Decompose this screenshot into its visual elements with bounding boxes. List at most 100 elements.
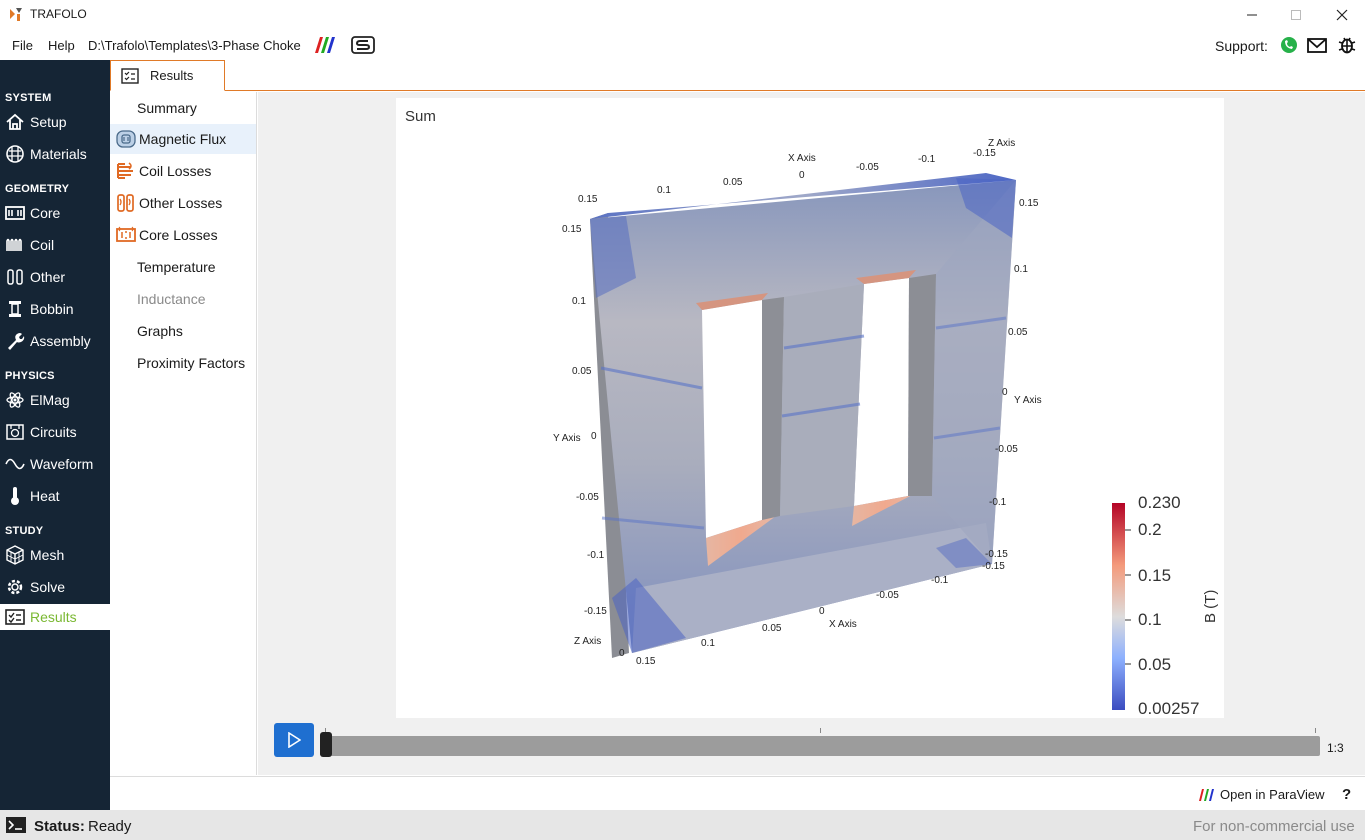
maximize-icon — [1291, 10, 1301, 20]
tick-top-x: 0.15 — [578, 194, 598, 205]
left-navigation: SYSTEM Setup Materials GEOMETRY Core Coi… — [0, 60, 110, 810]
close-icon — [1336, 9, 1348, 21]
nav-item-results[interactable]: Results — [0, 604, 110, 630]
nav-label-waveform: Waveform — [30, 456, 94, 472]
tick-bottom-x: 0.1 — [701, 638, 715, 649]
submenu-other-losses[interactable]: Other Losses — [110, 188, 256, 218]
tick-right-y: 0.1 — [1014, 264, 1028, 275]
bobbin-icon — [9, 301, 21, 317]
tick-top-x: -0.1 — [918, 154, 936, 165]
nav-item-core[interactable]: Core — [0, 200, 110, 226]
project-path: D:\Trafolo\Templates\3-Phase Choke — [88, 38, 301, 53]
submenu-coil-losses-label: Coil Losses — [139, 163, 212, 179]
solve-gear-icon — [7, 579, 23, 595]
nav-item-bobbin[interactable]: Bobbin — [0, 296, 110, 322]
play-icon — [288, 732, 301, 748]
status-value: Ready — [88, 818, 132, 835]
nav-item-other[interactable]: Other — [0, 264, 110, 290]
3d-viewport[interactable]: X Axis Z Axis Y Axis Y Axis X Axis Z Axi… — [396, 98, 1224, 718]
timeline-handle[interactable] — [320, 732, 332, 757]
nav-item-elmag[interactable]: ElMag — [0, 387, 110, 413]
nav-item-assembly[interactable]: Assembly — [0, 328, 110, 354]
tick-bottom-x: 0 — [819, 606, 825, 617]
sine-wave-icon — [5, 458, 25, 470]
core-right-leg-side — [908, 274, 936, 496]
nav-item-waveform[interactable]: Waveform — [0, 451, 110, 477]
results-submenu: Summary Magnetic Flux Coil Losses Other … — [110, 92, 257, 775]
terminal-icon[interactable] — [5, 815, 27, 835]
bug-report-icon[interactable] — [1336, 35, 1358, 55]
axis-title-y-right: Y Axis — [1014, 395, 1042, 406]
submenu-temperature[interactable]: Temperature — [110, 252, 256, 282]
minimize-icon — [1247, 14, 1257, 16]
minimize-button[interactable] — [1229, 0, 1275, 30]
tick-bottom-x: 0.05 — [762, 623, 782, 634]
open-in-paraview-button[interactable]: Open in ParaView — [1198, 787, 1325, 802]
colorbar — [1112, 503, 1125, 710]
menu-file[interactable]: File — [12, 38, 33, 53]
tab-results[interactable]: Results — [110, 60, 225, 91]
colorbar-tick: 0.05 — [1138, 655, 1171, 674]
submenu-core-losses[interactable]: Core Losses — [110, 220, 256, 250]
colorbar-max: 0.230 — [1138, 493, 1181, 512]
nav-item-heat[interactable]: Heat — [0, 483, 110, 509]
coil-losses-icon — [117, 162, 133, 179]
tick-bottom-x: -0.15 — [982, 561, 1005, 572]
results-check-icon — [5, 609, 25, 625]
tick-left-y: -0.05 — [576, 492, 599, 503]
nav-item-materials[interactable]: Materials — [0, 141, 110, 167]
submenu-graphs[interactable]: Graphs — [110, 316, 256, 346]
tick-bottom-z: 0 — [619, 648, 625, 659]
submenu-temperature-label: Temperature — [137, 259, 216, 275]
tick-right-y: 0 — [1002, 387, 1008, 398]
submenu-summary[interactable]: Summary — [110, 93, 256, 123]
maximize-button[interactable] — [1273, 0, 1319, 30]
thermometer-icon — [11, 487, 19, 505]
submenu-inductance: Inductance — [110, 284, 256, 314]
flux-density-render[interactable]: X Axis Z Axis Y Axis Y Axis X Axis Z Axi… — [396, 98, 1224, 718]
nav-label-results: Results — [30, 609, 77, 625]
tick-right-y: -0.15 — [985, 549, 1008, 560]
help-button[interactable]: ? — [1342, 786, 1351, 803]
home-icon — [6, 113, 24, 130]
paraview-icon[interactable] — [313, 34, 339, 56]
tick-bottom-x: -0.05 — [876, 590, 899, 601]
wrench-icon — [8, 333, 25, 350]
whatsapp-icon[interactable] — [1278, 35, 1300, 55]
tab-results-label: Results — [150, 68, 194, 83]
axis-title-x-top: X Axis — [788, 153, 816, 164]
nav-item-solve[interactable]: Solve — [0, 574, 110, 600]
colorbar-tick: 0.15 — [1138, 566, 1171, 585]
axis-title-x-bottom: X Axis — [829, 619, 857, 630]
core-icon — [5, 206, 25, 220]
section-geometry: GEOMETRY — [5, 183, 70, 195]
nav-item-mesh[interactable]: Mesh — [0, 542, 110, 568]
timeline-slider[interactable] — [320, 736, 1320, 756]
other-part-icon — [7, 269, 23, 285]
tick-left-y: -0.1 — [587, 550, 605, 561]
timeline-tick — [820, 728, 821, 733]
nav-item-circuits[interactable]: Circuits — [0, 419, 110, 445]
tick-right-y: 0.05 — [1008, 327, 1028, 338]
mail-icon[interactable] — [1306, 35, 1328, 55]
title-bar: TRAFOLO — [0, 0, 1365, 30]
core-window-left — [702, 300, 762, 538]
timeline-tick — [1315, 728, 1316, 733]
submenu-magnetic-flux[interactable]: Magnetic Flux — [110, 124, 256, 154]
script-icon[interactable] — [350, 34, 376, 56]
other-losses-icon — [117, 194, 134, 212]
tick-bottom-x: -0.1 — [931, 575, 949, 586]
frame-counter: 1:3 — [1327, 741, 1344, 755]
play-button[interactable] — [274, 723, 314, 757]
submenu-other-losses-label: Other Losses — [139, 195, 223, 211]
tick-left-y: -0.15 — [584, 606, 607, 617]
nav-item-coil[interactable]: Coil — [0, 232, 110, 258]
coil-icon — [6, 238, 22, 251]
nav-item-setup[interactable]: Setup — [0, 109, 110, 135]
submenu-coil-losses[interactable]: Coil Losses — [110, 156, 256, 186]
mesh-cube-icon — [6, 545, 24, 565]
submenu-proximity-factors[interactable]: Proximity Factors — [110, 348, 256, 378]
menu-help[interactable]: Help — [48, 38, 75, 53]
close-button[interactable] — [1319, 0, 1365, 30]
nav-label-core: Core — [30, 205, 61, 221]
